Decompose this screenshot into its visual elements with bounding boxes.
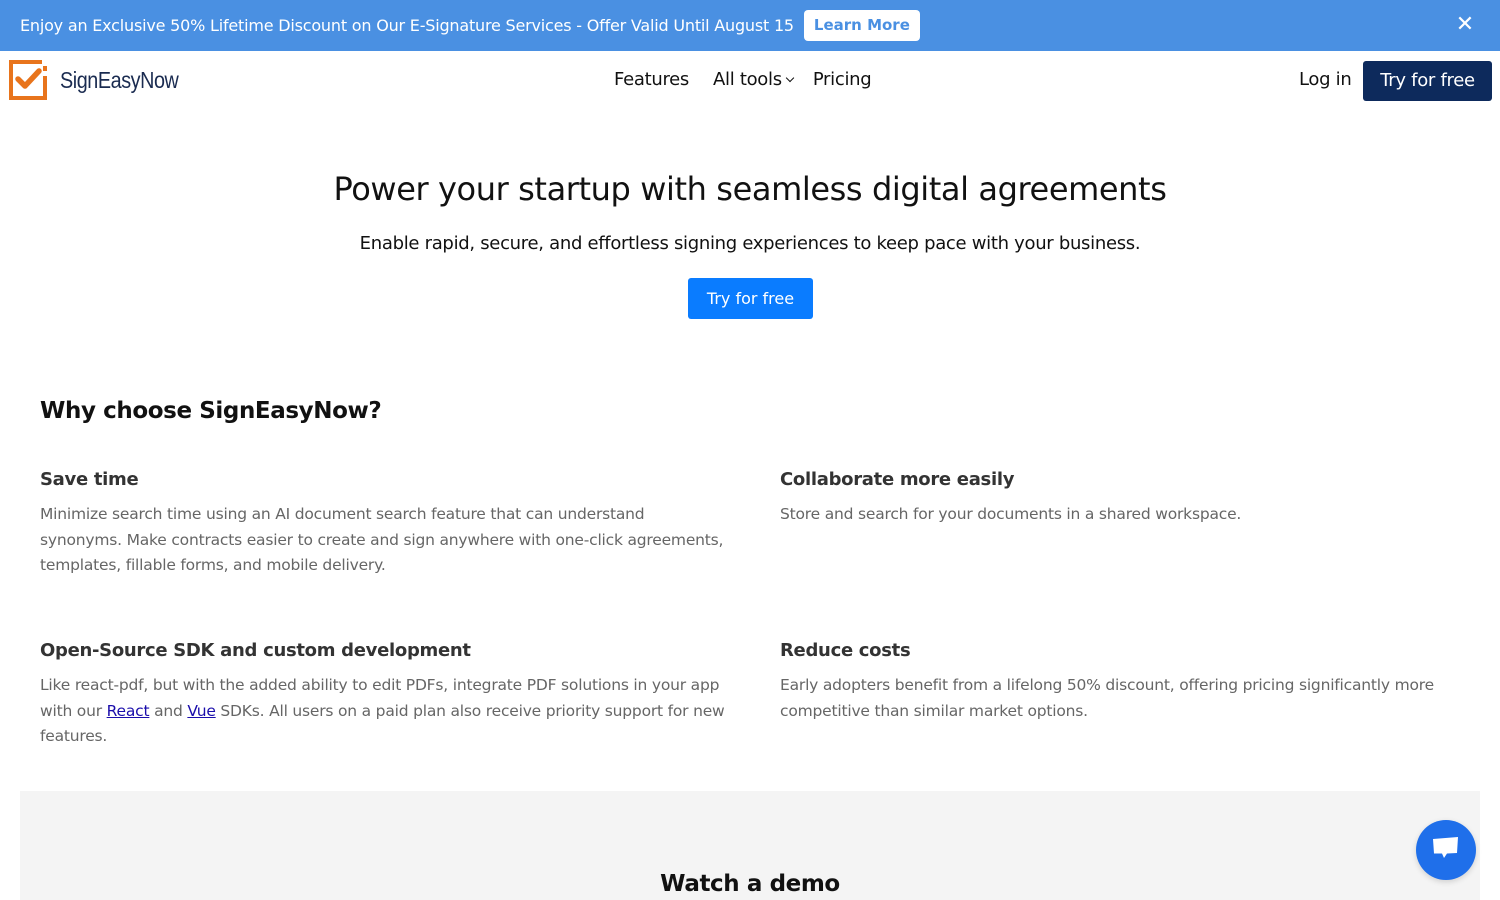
chevron-down-icon [785,73,795,83]
demo-title: Watch a demo [660,871,840,897]
feature-sdk: Open-Source SDK and custom development L… [40,640,730,750]
checkbox-check-icon [8,60,48,100]
feature-title: Open-Source SDK and custom development [40,640,471,661]
logo-text: SignEasyNow [60,66,179,93]
chat-widget-button[interactable] [1416,820,1476,880]
promo-text: Enjoy an Exclusive 50% Lifetime Discount… [20,16,794,35]
chat-bubble-icon [1431,835,1461,865]
hero-subtitle: Enable rapid, secure, and effortless sig… [359,233,1141,254]
hero-try-free-button[interactable]: Try for free [688,278,813,319]
feature-description: Early adopters benefit from a lifelong 5… [780,676,1434,720]
feature-reduce-costs: Reduce costs Early adopters benefit from… [780,640,1470,724]
feature-description: Store and search for your documents in a… [780,505,1242,523]
feature-title: Reduce costs [780,640,911,661]
vue-link[interactable]: Vue [187,702,216,720]
top-nav: SignEasyNow Features All tools Pricing L… [0,51,1500,111]
nav-links: Features All tools Pricing [614,69,895,90]
close-icon[interactable]: ✕ [1455,13,1475,37]
nav-link-all-tools[interactable]: All tools [713,69,795,90]
nav-link-features[interactable]: Features [614,69,689,90]
demo-section: Watch a demo [20,791,1480,900]
why-section-title: Why choose SignEasyNow? [40,398,382,424]
feature-collaborate: Collaborate more easily Store and search… [780,469,1470,528]
react-link[interactable]: React [107,702,150,720]
learn-more-button[interactable]: Learn More [803,10,920,41]
feature-save-time: Save time Minimize search time using an … [40,469,730,579]
nav-try-free-button[interactable]: Try for free [1363,61,1492,101]
login-link[interactable]: Log in [1299,69,1352,90]
feature-description: Like react-pdf, but with the added abili… [40,673,730,750]
nav-link-pricing[interactable]: Pricing [813,69,872,90]
hero-title: Power your startup with seamless digital… [333,170,1167,208]
nav-link-all-tools-label: All tools [713,69,782,90]
sdk-text-middle: and [149,701,188,720]
promo-banner: Enjoy an Exclusive 50% Lifetime Discount… [0,0,1500,51]
logo[interactable]: SignEasyNow [8,60,198,100]
feature-description: Minimize search time using an AI documen… [40,505,724,574]
feature-title: Collaborate more easily [780,469,1015,490]
feature-title: Save time [40,469,139,490]
